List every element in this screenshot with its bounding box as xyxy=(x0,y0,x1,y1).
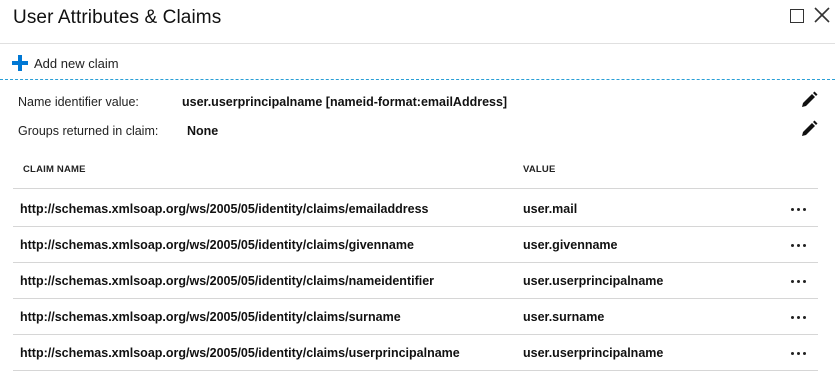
pencil-icon[interactable] xyxy=(800,91,818,109)
column-header-value: VALUE xyxy=(523,164,556,175)
groups-returned-value: None xyxy=(187,124,219,138)
more-options-icon[interactable] xyxy=(783,343,813,363)
more-options-icon[interactable] xyxy=(783,235,813,255)
claim-value: user.userprincipalname xyxy=(523,346,664,360)
claim-name: http://schemas.xmlsoap.org/ws/2005/05/id… xyxy=(20,238,414,252)
claim-name: http://schemas.xmlsoap.org/ws/2005/05/id… xyxy=(20,202,429,216)
more-options-icon[interactable] xyxy=(783,271,813,291)
pencil-icon[interactable] xyxy=(800,120,818,138)
name-identifier-label: Name identifier value: xyxy=(18,95,139,109)
table-row[interactable]: http://schemas.xmlsoap.org/ws/2005/05/id… xyxy=(13,299,818,335)
table-row[interactable]: http://schemas.xmlsoap.org/ws/2005/05/id… xyxy=(13,335,818,371)
blade-header: User Attributes & Claims xyxy=(0,0,835,44)
page-title: User Attributes & Claims xyxy=(13,7,222,28)
claim-value: user.surname xyxy=(523,310,605,324)
claim-name: http://schemas.xmlsoap.org/ws/2005/05/id… xyxy=(20,274,435,288)
maximize-icon[interactable] xyxy=(790,9,804,23)
claim-value: user.mail xyxy=(523,202,578,216)
close-icon[interactable] xyxy=(812,3,832,27)
column-header-claim-name: CLAIM NAME xyxy=(23,164,86,175)
more-options-icon[interactable] xyxy=(783,307,813,327)
add-new-claim-label: Add new claim xyxy=(34,55,119,71)
table-row[interactable]: http://schemas.xmlsoap.org/ws/2005/05/id… xyxy=(13,191,818,227)
groups-returned-label: Groups returned in claim: xyxy=(18,124,159,138)
command-bar: Add new claim xyxy=(0,44,835,80)
more-options-icon[interactable] xyxy=(783,199,813,219)
claim-value: user.userprincipalname xyxy=(523,274,664,288)
claim-name: http://schemas.xmlsoap.org/ws/2005/05/id… xyxy=(20,310,401,324)
add-new-claim-button[interactable]: Add new claim xyxy=(12,53,119,73)
name-identifier-value: user.userprincipalname [nameid-format:em… xyxy=(182,95,508,109)
claims-table-header: CLAIM NAME VALUE xyxy=(13,151,818,189)
plus-icon xyxy=(12,55,28,71)
table-row[interactable]: http://schemas.xmlsoap.org/ws/2005/05/id… xyxy=(13,227,818,263)
claim-value: user.givenname xyxy=(523,238,618,252)
claim-name: http://schemas.xmlsoap.org/ws/2005/05/id… xyxy=(20,346,460,360)
table-row[interactable]: http://schemas.xmlsoap.org/ws/2005/05/id… xyxy=(13,263,818,299)
